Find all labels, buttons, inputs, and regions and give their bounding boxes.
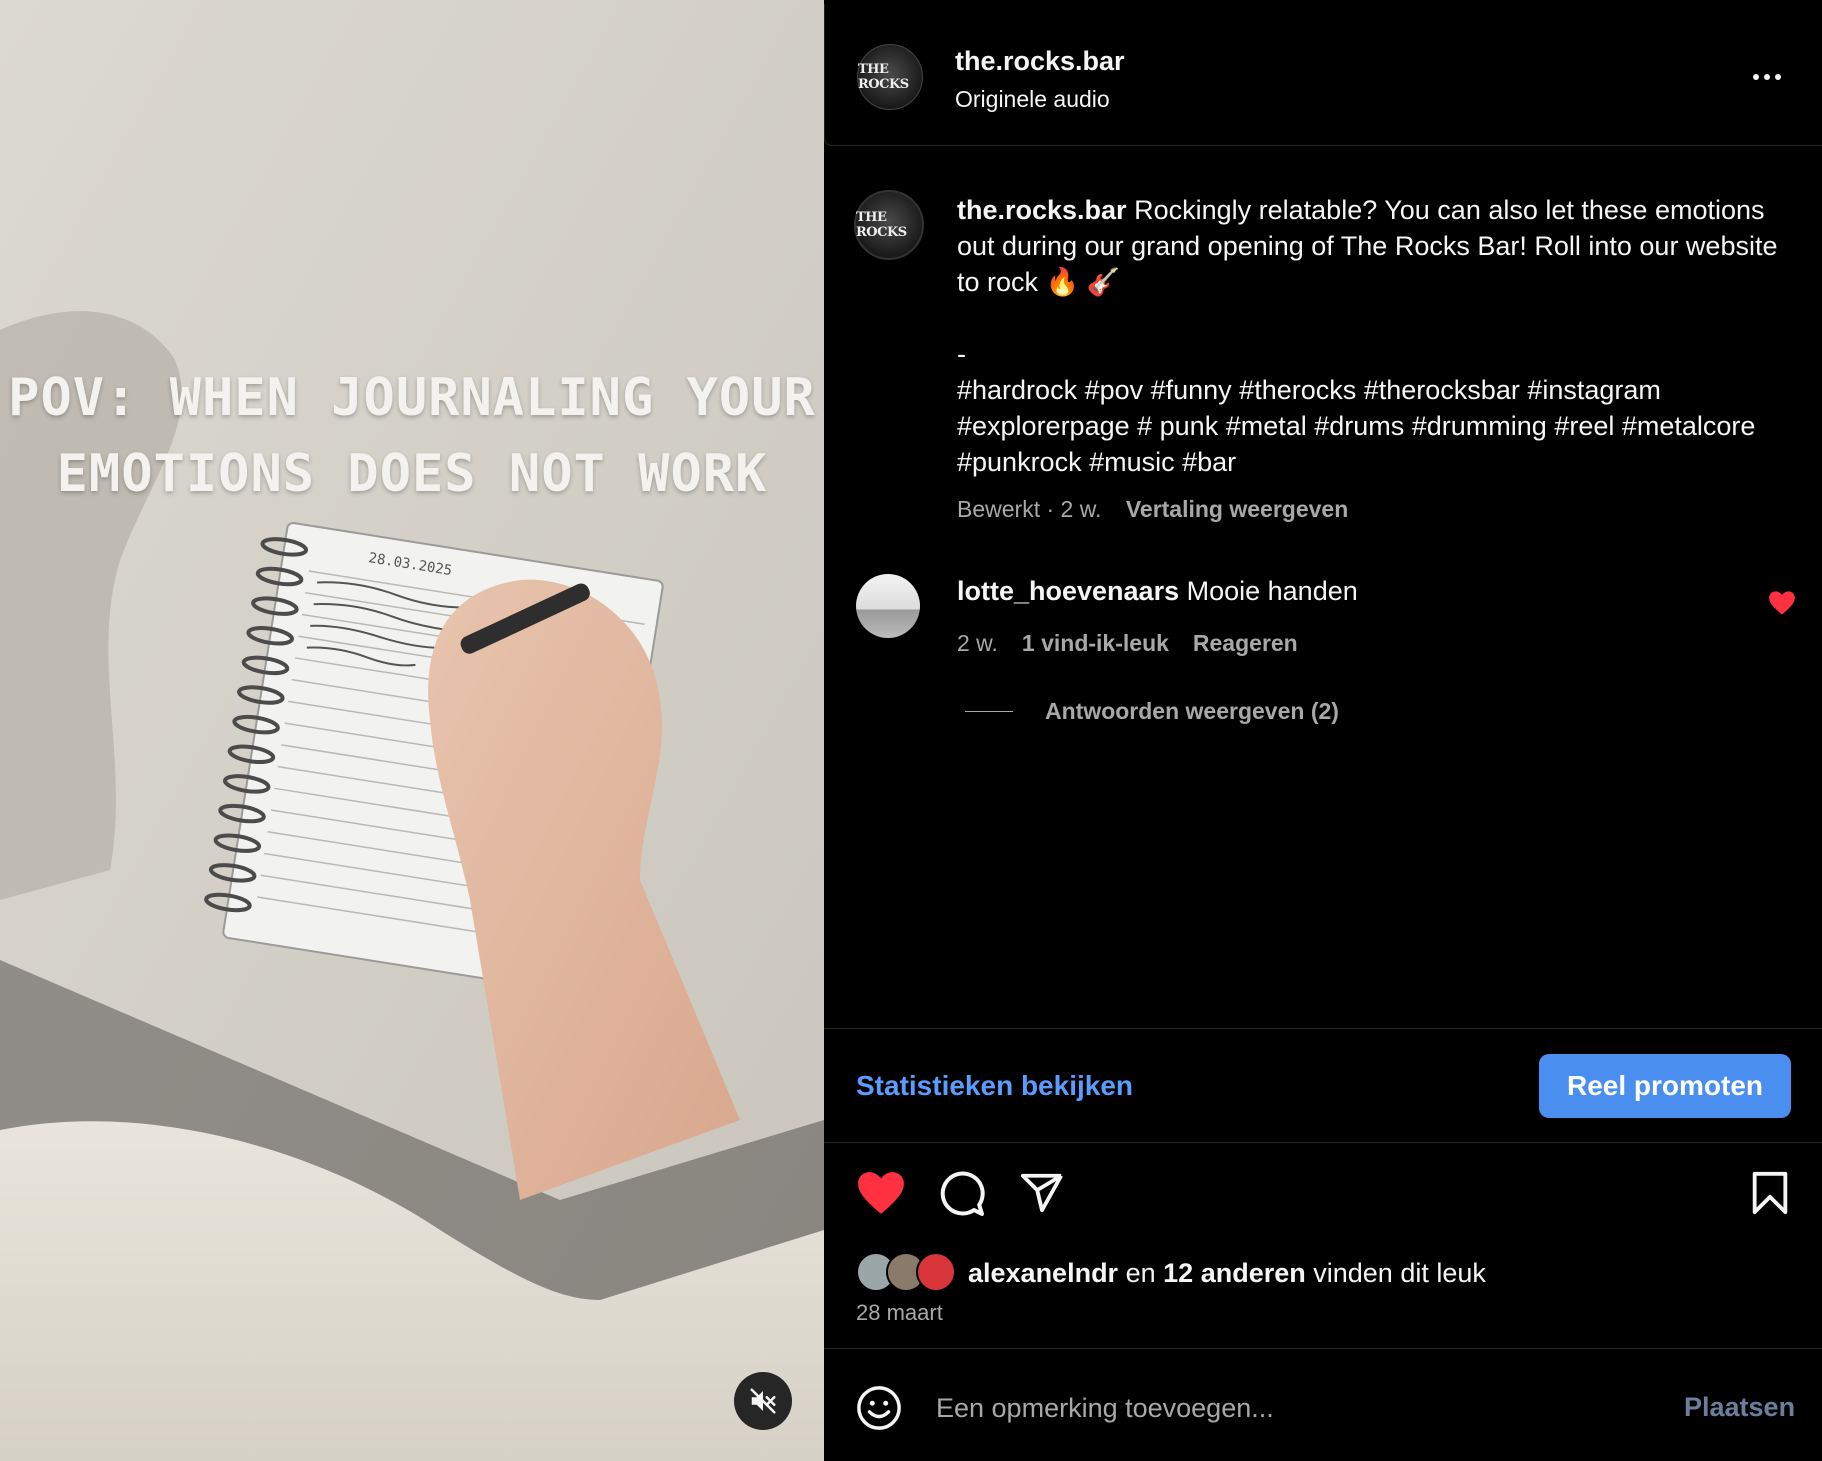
bookmark-icon[interactable] — [1750, 1170, 1790, 1216]
caption-username-link[interactable]: the.rocks.bar — [957, 195, 1127, 225]
section-divider — [824, 1028, 1822, 1029]
caption-avatar[interactable]: THE ROCKS — [854, 190, 924, 260]
view-insights-link[interactable]: Statistieken bekijken — [856, 1070, 1133, 1102]
emoji-smile-icon[interactable] — [856, 1385, 902, 1431]
translate-link[interactable]: Vertaling weergeven — [1126, 496, 1348, 522]
mute-toggle-button[interactable] — [734, 1372, 792, 1430]
video-caption-line-1: POV: WHEN JOURNALING YOUR — [8, 368, 816, 428]
avatar-logo-text: THE ROCKS — [858, 62, 909, 92]
comment-likes-link[interactable]: 1 vind-ik-leuk — [1022, 630, 1169, 657]
liker-avatars[interactable] — [856, 1252, 960, 1294]
post-side-panel: THE ROCKS the.rocks.bar Originele audio … — [824, 0, 1822, 1461]
comment-meta: 2 w. 1 vind-ik-leuk Reageren — [957, 630, 1298, 657]
view-replies-label: Antwoorden weergeven (2) — [1045, 698, 1339, 724]
likes-summary: alexanelndr en 12 anderen vinden dit leu… — [856, 1252, 1486, 1294]
commenter-username-link[interactable]: lotte_hoevenaars — [957, 576, 1179, 606]
caption-hashtags[interactable]: #hardrock #pov #funny #therocks #therock… — [957, 372, 1797, 480]
comment-bubble-icon[interactable] — [938, 1170, 986, 1218]
speaker-muted-icon — [750, 1388, 776, 1414]
video-frame-illustration: 28.03.2025 — [0, 0, 824, 1461]
comment-input[interactable] — [936, 1388, 1636, 1428]
reel-video[interactable]: 28.03.2025 POV: WHEN JOURNALING YOUR EMO… — [0, 0, 824, 1461]
video-caption-overlay: POV: WHEN JOURNALING YOUR EMOTIONS DOES … — [0, 360, 824, 512]
replies-divider-line — [965, 711, 1013, 712]
heart-filled-icon[interactable] — [856, 1170, 906, 1216]
comment-body: Mooie handen — [1186, 576, 1358, 606]
reply-button[interactable]: Reageren — [1193, 630, 1298, 657]
comment: lotte_hoevenaars Mooie handen — [957, 576, 1358, 607]
more-options-icon — [1753, 74, 1759, 80]
likes-suffix: vinden dit leuk — [1313, 1257, 1486, 1288]
account-avatar[interactable]: THE ROCKS — [857, 44, 923, 110]
comment-age: 2 w. — [957, 630, 998, 656]
more-options-button[interactable] — [1745, 62, 1789, 92]
comment-heart-icon[interactable] — [1768, 590, 1796, 616]
post-caption: the.rocks.bar Rockingly relatable? You c… — [957, 192, 1797, 480]
liker-avatar — [916, 1252, 956, 1292]
caption-edited-age: Bewerkt · 2 w. — [957, 496, 1102, 522]
likes-joiner: en — [1125, 1257, 1156, 1288]
video-caption-line-2: EMOTIONS DOES NOT WORK — [56, 444, 768, 504]
audio-link[interactable]: Originele audio — [955, 86, 1110, 113]
avatar-logo-text: THE ROCKS — [856, 210, 907, 240]
header-username-link[interactable]: the.rocks.bar — [955, 46, 1125, 77]
commenter-avatar[interactable] — [856, 574, 920, 638]
section-divider — [824, 1348, 1822, 1349]
paper-plane-icon[interactable] — [1018, 1170, 1066, 1216]
section-divider — [824, 1142, 1822, 1143]
promote-reel-button[interactable]: Reel promoten — [1539, 1054, 1791, 1118]
others-likes-link[interactable]: 12 anderen — [1163, 1258, 1306, 1289]
caption-meta: Bewerkt · 2 w. Vertaling weergeven — [957, 496, 1348, 523]
post-comment-button[interactable]: Plaatsen — [1684, 1392, 1795, 1423]
post-date[interactable]: 28 maart — [856, 1300, 943, 1326]
view-replies-button[interactable]: Antwoorden weergeven (2) — [965, 698, 1339, 725]
first-liker-link[interactable]: alexanelndr — [968, 1258, 1118, 1289]
caption-dash: - — [957, 339, 966, 369]
post-header: THE ROCKS the.rocks.bar Originele audio — [824, 4, 1822, 146]
